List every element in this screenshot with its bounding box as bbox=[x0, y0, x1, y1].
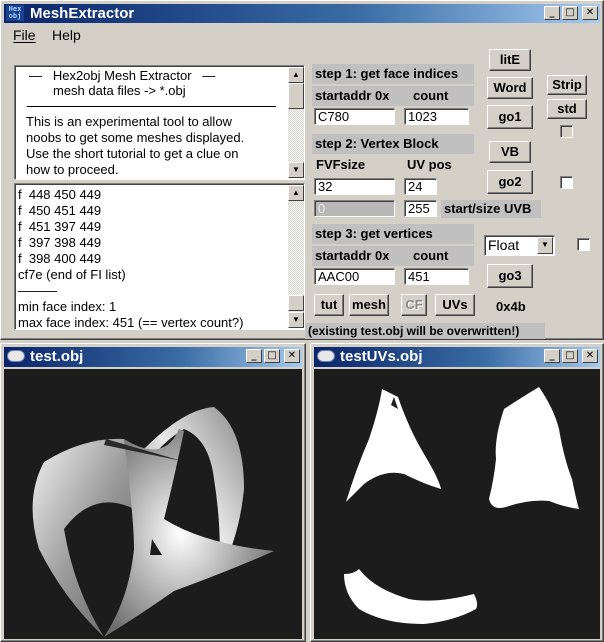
mesh-3d-viewport[interactable] bbox=[4, 369, 302, 639]
info-textbox[interactable]: — Hex2obj Mesh Extractor — mesh data fil… bbox=[14, 65, 305, 180]
log-line: ——— bbox=[18, 283, 57, 298]
format-checkbox[interactable] bbox=[577, 238, 590, 251]
log-line: max face index: 451 (== vertex count?) bbox=[18, 315, 244, 330]
test-obj-titlebar[interactable]: test.obj _ □ ✕ bbox=[4, 347, 302, 367]
step1-startaddr-input[interactable]: C780 bbox=[314, 108, 395, 125]
go2-button[interactable]: go2 bbox=[487, 170, 533, 194]
close-button[interactable]: ✕ bbox=[582, 349, 598, 363]
main-titlebar[interactable]: Hex obj MeshExtractor _ □ ✕ bbox=[4, 4, 600, 23]
strip-std-checkbox[interactable] bbox=[560, 125, 573, 138]
info-divider bbox=[27, 106, 276, 107]
scroll-thumb[interactable] bbox=[288, 83, 304, 109]
step3-startaddr-input[interactable]: AAC00 bbox=[314, 268, 395, 285]
info-scrollbar[interactable]: ▲ ▼ bbox=[288, 67, 304, 178]
scroll-down-arrow-icon[interactable]: ▼ bbox=[288, 162, 304, 178]
log-line: f 398 400 449 bbox=[18, 251, 102, 266]
lite-button[interactable]: litE bbox=[489, 49, 531, 71]
step3-count-input[interactable]: 451 bbox=[404, 268, 469, 285]
format-select[interactable]: Float ▼ bbox=[484, 235, 555, 256]
log-scrollbar[interactable]: ▲ ▼ bbox=[288, 185, 304, 328]
uvpos-label: UV pos bbox=[407, 157, 452, 172]
info-paragraph-line: This is an experimental tool to allow bbox=[26, 114, 232, 129]
window-app-icon[interactable] bbox=[7, 350, 25, 362]
info-paragraph-line: how to proceed. bbox=[26, 162, 119, 177]
strip-button[interactable]: Strip bbox=[547, 75, 587, 95]
scroll-down-arrow-icon[interactable]: ▼ bbox=[288, 312, 304, 328]
step1-header: step 1: get face indices bbox=[312, 64, 474, 84]
main-window: Hex obj MeshExtractor _ □ ✕ File Help — … bbox=[0, 0, 604, 340]
minimize-button[interactable]: _ bbox=[544, 6, 560, 20]
maximize-button[interactable]: □ bbox=[264, 349, 280, 363]
step1-count-label: count bbox=[413, 88, 449, 103]
step1-count-input[interactable]: 1023 bbox=[404, 108, 469, 125]
test-uvs-title: testUVs.obj bbox=[340, 348, 423, 365]
tut-button[interactable]: tut bbox=[314, 294, 344, 316]
vb-button[interactable]: VB bbox=[489, 141, 531, 163]
window-title: MeshExtractor bbox=[30, 5, 135, 22]
maximize-button[interactable]: □ bbox=[562, 6, 578, 20]
test-uvs-window: testUVs.obj _ □ ✕ bbox=[310, 343, 604, 642]
fvfsize-label: FVFsize bbox=[316, 157, 366, 172]
format-select-value: Float bbox=[488, 237, 520, 253]
menu-help[interactable]: Help bbox=[52, 27, 81, 43]
overwrite-warning: (existing test.obj will be overwritten!) bbox=[305, 323, 545, 339]
go3-button[interactable]: go3 bbox=[487, 264, 533, 288]
step1-columns: startaddr 0x count bbox=[312, 86, 474, 106]
cf-button: CF bbox=[401, 294, 427, 316]
hex2obj-app-icon[interactable]: Hex obj bbox=[6, 5, 24, 21]
step3-header: step 3: get vertices bbox=[312, 224, 474, 244]
close-button[interactable]: ✕ bbox=[284, 349, 300, 363]
uvb-start-input: 0 bbox=[314, 200, 395, 217]
chevron-down-icon[interactable]: ▼ bbox=[537, 237, 553, 254]
info-paragraph-line: Use the short tutorial to get a clue on bbox=[26, 146, 239, 161]
info-paragraph-line: noobs to get some meshes displayed. bbox=[26, 130, 245, 145]
log-line: f 451 397 449 bbox=[18, 219, 102, 234]
window-app-icon[interactable] bbox=[317, 350, 335, 362]
step3-columns: startaddr 0x count bbox=[312, 246, 474, 266]
rendered-uv-map-image bbox=[344, 387, 579, 624]
uv-map-viewport[interactable] bbox=[314, 369, 600, 639]
fvfsize-input[interactable]: 32 bbox=[314, 178, 395, 195]
menu-file[interactable]: File bbox=[13, 27, 36, 43]
go1-button[interactable]: go1 bbox=[487, 105, 533, 129]
scroll-up-arrow-icon[interactable]: ▲ bbox=[288, 67, 304, 83]
test-uvs-titlebar[interactable]: testUVs.obj _ □ ✕ bbox=[314, 347, 600, 367]
test-obj-window: test.obj _ □ ✕ bbox=[0, 343, 306, 642]
scroll-thumb[interactable] bbox=[288, 295, 304, 311]
log-textbox[interactable]: f 448 450 449 f 450 451 449 f 451 397 44… bbox=[14, 183, 305, 330]
step1-startaddr-label: startaddr 0x bbox=[315, 88, 390, 103]
step3-startaddr-label: startaddr 0x bbox=[315, 248, 390, 263]
uvpos-input[interactable]: 24 bbox=[404, 178, 437, 195]
rendered-mesh-image bbox=[32, 407, 274, 637]
scroll-up-arrow-icon[interactable]: ▲ bbox=[288, 185, 304, 201]
minimize-button[interactable]: _ bbox=[544, 349, 560, 363]
step3-count-label: count bbox=[413, 248, 449, 263]
info-title: — Hex2obj Mesh Extractor — bbox=[29, 68, 216, 83]
menubar: File Help bbox=[4, 25, 600, 45]
test-obj-title: test.obj bbox=[30, 348, 84, 365]
hex4b-label: 0x4b bbox=[496, 299, 526, 314]
go2-checkbox[interactable] bbox=[560, 176, 573, 189]
info-subtitle: mesh data files -> *.obj bbox=[53, 83, 186, 98]
minimize-button[interactable]: _ bbox=[246, 349, 262, 363]
uvs-button[interactable]: UVs bbox=[435, 294, 475, 316]
std-button[interactable]: std bbox=[547, 99, 587, 119]
log-line: f 450 451 449 bbox=[18, 203, 102, 218]
mesh-button[interactable]: mesh bbox=[349, 294, 389, 316]
word-button[interactable]: Word bbox=[487, 77, 533, 99]
uvb-size-input[interactable]: 255 bbox=[404, 200, 437, 217]
close-button[interactable]: ✕ bbox=[582, 6, 598, 20]
log-line: f 448 450 449 bbox=[18, 187, 102, 202]
maximize-button[interactable]: □ bbox=[562, 349, 578, 363]
log-line: cf7e (end of FI list) bbox=[18, 267, 126, 282]
uvb-label: start/size UVB bbox=[441, 200, 541, 218]
step2-header: step 2: Vertex Block bbox=[312, 134, 474, 154]
log-line: f 397 398 449 bbox=[18, 235, 102, 250]
log-line: min face index: 1 bbox=[18, 299, 117, 314]
